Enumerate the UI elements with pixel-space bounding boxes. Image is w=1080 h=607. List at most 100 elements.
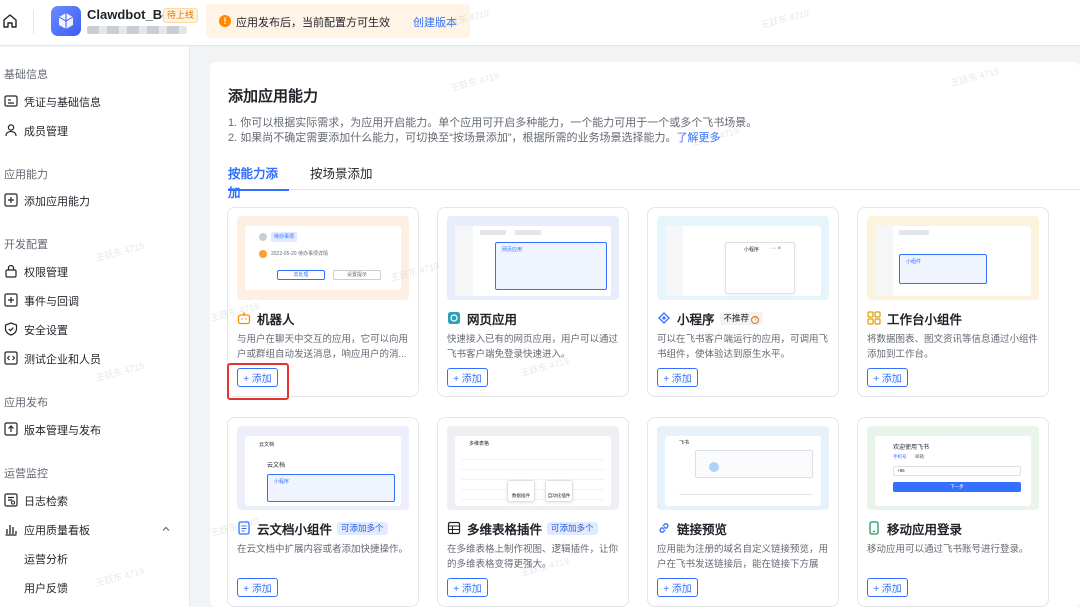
doc-widget-preview-image: 云文档 云文档 小程序 xyxy=(237,426,409,510)
preview-base-title: 多维表格 xyxy=(469,441,490,447)
sidebar-item-label: 安全设置 xyxy=(24,325,68,337)
card-title-row: 移动应用登录 xyxy=(867,519,962,537)
sidebar-section-title: 应用能力 xyxy=(4,169,48,181)
sidebar-item-events[interactable]: 事件与回调 xyxy=(0,288,188,312)
sidebar-subitem-feedback[interactable]: 用户反馈 xyxy=(0,575,188,599)
capability-card-web-app[interactable]: 网页应用 网页应用 快速接入已有的网页应用，用户可以通过飞书客户端免登录快速进入… xyxy=(437,207,629,397)
preview-mobile-tab: 手机号 xyxy=(893,454,907,459)
preview-tab xyxy=(515,230,541,235)
card-title-row: 机器人 xyxy=(237,309,295,327)
sidebar-item-label: 成员管理 xyxy=(24,126,68,138)
sidebar-item-test-users[interactable]: 测试企业和人员 xyxy=(0,346,188,370)
sidebar-section-title: 运营监控 xyxy=(4,468,48,480)
preview-window: 多维表格 数据插件 自动化插件 xyxy=(455,436,611,506)
preview-tab xyxy=(480,230,506,235)
event-icon xyxy=(4,293,18,307)
capability-card-doc-widget[interactable]: 云文档 云文档 小程序 云文档小组件 可添加多个 在云文档中扩展内容或者添加快捷… xyxy=(227,417,419,607)
add-base-plugin-button[interactable]: + 添加 xyxy=(447,578,488,597)
shield-icon xyxy=(4,322,18,336)
badge-label: 不推荐 xyxy=(723,312,750,323)
card-description: 将数据图表、图文资讯等信息通过小组件添加到工作台。 xyxy=(867,334,1039,360)
preview-mini-window: 小程序 ⋯ × xyxy=(725,242,795,294)
card-title-row: 多维表格插件 可添加多个 xyxy=(447,519,598,537)
card-description: 在云文档中扩展内容或者添加快捷操作。 xyxy=(237,544,409,555)
preview-doc-title: 云文档 xyxy=(267,463,286,469)
preview-sidebar xyxy=(875,226,893,296)
preview-cursor xyxy=(709,462,719,472)
add-web-app-button[interactable]: + 添加 xyxy=(447,368,488,387)
add-widget-button[interactable]: + 添加 xyxy=(867,368,908,387)
card-title: 多维表格插件 xyxy=(467,522,543,537)
description-text: 2. 如果尚不确定需要添加什么能力，可切换至“按场景添加”，根据所需的业务场景选… xyxy=(228,132,677,144)
add-mini-program-button[interactable]: + 添加 xyxy=(657,368,698,387)
card-title: 云文档小组件 xyxy=(257,522,333,537)
add-doc-widget-button[interactable]: + 添加 xyxy=(237,578,278,597)
sidebar-item-credentials[interactable]: 凭证与基础信息 xyxy=(0,89,188,113)
sidebar-item-label: 运营分析 xyxy=(24,554,68,566)
sidebar-item-members[interactable]: 成员管理 xyxy=(0,118,188,142)
sidebar-item-quality[interactable]: 应用质量看板 xyxy=(0,517,188,541)
add-link-preview-button[interactable]: + 添加 xyxy=(657,578,698,597)
preview-window: 云文档 云文档 小程序 xyxy=(245,436,401,506)
tab-by-scenario[interactable]: 按场景添加 xyxy=(310,163,373,190)
app-id-masked xyxy=(87,26,187,34)
link-icon xyxy=(659,523,669,533)
preview-button: 设置提示 xyxy=(333,270,381,280)
learn-more-link[interactable]: 了解更多 xyxy=(677,132,721,144)
capability-card-base-plugin[interactable]: 多维表格 数据插件 自动化插件 多维表格插件 可添加多个 在多维表格上制作视图、… xyxy=(437,417,629,607)
avatar xyxy=(259,233,267,241)
log-icon xyxy=(4,493,18,507)
top-bar: Clawdbot_Bot 待上线 ! 应用发布后，当前配置方可生效 创建版本 xyxy=(0,0,1080,46)
sidebar-item-label: 版本管理与发布 xyxy=(24,425,101,437)
robot-preview-image: 待办事项 2022-05-20 待办事项详情 去处理 设置提示 xyxy=(237,216,409,300)
card-title: 网页应用 xyxy=(467,312,518,327)
capability-card-workplace-widget[interactable]: 小组件 工作台小组件 将数据图表、图文资讯等信息通过小组件添加到工作台。 + 添… xyxy=(857,207,1049,397)
sidebar-subitem-analytics[interactable]: 运营分析 xyxy=(0,546,188,570)
notice-text: 应用发布后，当前配置方可生效 xyxy=(236,17,390,29)
sidebar-item-label: 应用质量看板 xyxy=(24,525,90,537)
publish-notice: ! 应用发布后，当前配置方可生效 创建版本 xyxy=(206,4,470,38)
sidebar-item-label: 日志检索 xyxy=(24,496,68,508)
sidebar-item-versions[interactable]: 版本管理与发布 xyxy=(0,417,188,441)
sidebar-section-title: 开发配置 xyxy=(4,239,48,251)
preview-window: 飞书 xyxy=(665,436,821,506)
preview-mobile-title: 欢迎使用飞书 xyxy=(893,445,930,451)
user-icon xyxy=(5,124,17,137)
sidebar-item-security[interactable]: 安全设置 xyxy=(0,317,188,341)
chevron-up-icon[interactable] xyxy=(160,523,172,535)
grid-add-icon xyxy=(4,193,18,207)
sidebar-item-permissions[interactable]: 权限管理 xyxy=(0,259,188,283)
preview-phone-field: +86 xyxy=(893,466,1021,476)
preview-sidebar xyxy=(665,226,683,296)
sidebar-item-add-capability[interactable]: 添加应用能力 xyxy=(0,188,188,212)
preview-header xyxy=(899,230,929,235)
robot-avatar xyxy=(259,250,267,258)
app-name: Clawdbot_Bot xyxy=(87,7,175,22)
tab-bar: 按能力添加 按场景添加 xyxy=(228,163,1080,200)
preview-web-frame: 网页应用 xyxy=(495,242,607,290)
tab-by-capability[interactable]: 按能力添加 xyxy=(228,163,289,200)
sidebar-item-logs[interactable]: 日志检索 xyxy=(0,488,188,512)
capability-card-mobile-login[interactable]: 欢迎使用飞书 手机号 邮箱 +86 下一步 移动应用登录 移动应用可以通过飞书账… xyxy=(857,417,1049,607)
preview-sidebar xyxy=(455,226,473,296)
card-title-row: 网页应用 xyxy=(447,309,517,327)
home-icon[interactable] xyxy=(2,13,18,29)
base-plugin-preview-image: 多维表格 数据插件 自动化插件 xyxy=(447,426,619,510)
preview-window: 网页应用 xyxy=(455,226,611,296)
add-mobile-login-button[interactable]: + 添加 xyxy=(867,578,908,597)
card-title-row: 小程序 不推荐 ? xyxy=(657,309,764,327)
document-icon xyxy=(238,521,250,535)
capability-card-mini-program[interactable]: 小程序 ⋯ × 小程序 不推荐 ? 可以在飞书客户端运行的应用，可调用飞书组件，… xyxy=(647,207,839,397)
create-version-link[interactable]: 创建版本 xyxy=(413,14,457,30)
help-icon[interactable]: ? xyxy=(751,315,760,324)
bar-chart-icon xyxy=(5,525,17,536)
card-description: 在多维表格上制作视图、逻辑插件，让你的多维表格变得更强大。 xyxy=(447,544,619,570)
preview-mini-controls: ⋯ × xyxy=(770,246,782,252)
preview-mobile-tab: 邮箱 xyxy=(915,454,924,459)
id-card-icon xyxy=(4,95,18,107)
preview-link-title: 飞书 xyxy=(679,440,690,446)
tab-label: 按能力添加 xyxy=(228,167,279,200)
warning-icon: ! xyxy=(219,15,231,27)
capability-card-link-preview[interactable]: 飞书 链接预览 应用能为注册的域名自定义链接预览，用户在飞书发送链接后，能在链接… xyxy=(647,417,839,607)
card-title-row: 链接预览 xyxy=(657,519,727,537)
